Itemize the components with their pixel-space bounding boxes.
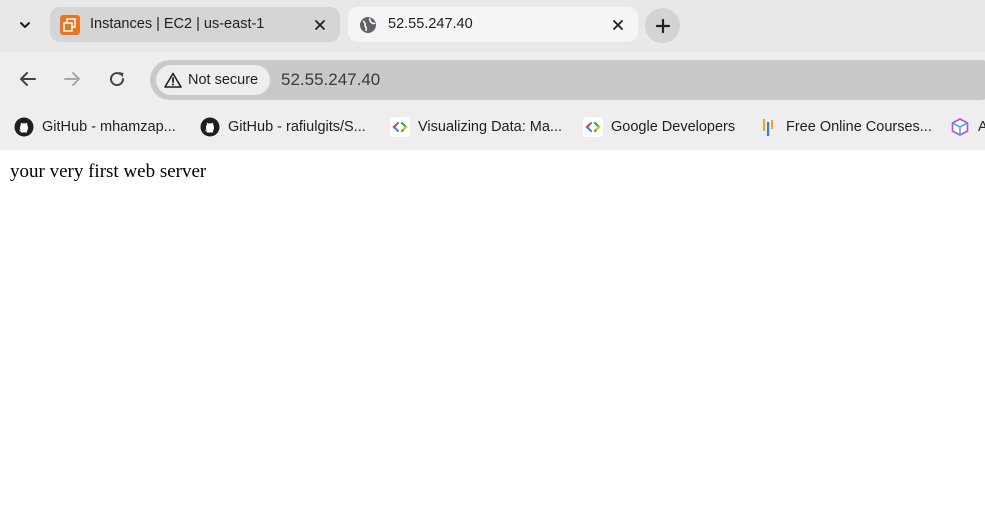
bookmark-label: Visualizing Data: Ma... bbox=[418, 119, 562, 135]
bookmark-label: Google Developers bbox=[611, 119, 736, 135]
bookmark-visualizing-data[interactable]: Visualizing Data: Ma... bbox=[390, 115, 562, 139]
tab-search-button[interactable] bbox=[9, 9, 41, 41]
arrow-right-icon bbox=[64, 72, 80, 86]
bookmark-label: GitHub - mhamzap... bbox=[42, 119, 176, 135]
bookmark-truncated[interactable]: A bbox=[950, 115, 985, 139]
bookmark-google-developers[interactable]: Google Developers bbox=[583, 115, 735, 139]
page-body-text: your very first web server bbox=[10, 161, 207, 182]
bookmark-label: Free Online Courses... bbox=[786, 119, 932, 135]
bookmark-label: GitHub - rafiulgits/S... bbox=[228, 119, 366, 135]
tab-title: 52.55.247.40 bbox=[388, 16, 473, 32]
chevron-down-icon bbox=[20, 22, 30, 28]
courses-icon bbox=[758, 117, 778, 137]
github-icon bbox=[200, 117, 220, 137]
new-tab-button[interactable] bbox=[645, 8, 680, 43]
browser-toolbar: Not secure 52.55.247.40 bbox=[0, 52, 985, 105]
tab-close-button[interactable] bbox=[608, 15, 628, 35]
tab-close-button[interactable] bbox=[310, 15, 330, 35]
tab-ec2-instances[interactable]: Instances | EC2 | us-east-1 bbox=[50, 7, 340, 42]
bookmarks-bar: GitHub - mhamzap... GitHub - rafiulgits/… bbox=[0, 105, 985, 150]
close-icon bbox=[315, 20, 325, 30]
github-icon bbox=[14, 117, 34, 137]
tab-active-server[interactable]: 52.55.247.40 bbox=[348, 7, 638, 42]
reload-button[interactable] bbox=[101, 63, 133, 95]
tab-strip: Instances | EC2 | us-east-1 52.55.247.40 bbox=[0, 0, 985, 52]
bookmark-github-rafiulgits[interactable]: GitHub - rafiulgits/S... bbox=[200, 115, 366, 139]
page-content: your very first web server bbox=[0, 150, 985, 524]
google-developers-icon bbox=[390, 117, 410, 137]
security-chip-label: Not secure bbox=[188, 72, 259, 88]
bookmark-free-online-courses[interactable]: Free Online Courses... bbox=[758, 115, 932, 139]
google-developers-icon bbox=[583, 117, 603, 137]
warning-icon bbox=[164, 72, 182, 88]
back-button[interactable] bbox=[12, 63, 44, 95]
address-bar[interactable]: Not secure 52.55.247.40 bbox=[150, 60, 985, 100]
bookmark-label: A bbox=[978, 119, 985, 135]
plus-icon bbox=[655, 18, 670, 33]
security-chip[interactable]: Not secure bbox=[156, 65, 270, 95]
arrow-left-icon bbox=[20, 72, 36, 86]
url-text[interactable]: 52.55.247.40 bbox=[281, 70, 380, 90]
tab-title: Instances | EC2 | us-east-1 bbox=[90, 16, 265, 32]
forward-button[interactable] bbox=[56, 63, 88, 95]
cube-icon bbox=[950, 117, 970, 137]
globe-icon bbox=[358, 15, 378, 35]
bookmark-github-mhamzap[interactable]: GitHub - mhamzap... bbox=[14, 115, 176, 139]
close-icon bbox=[613, 20, 623, 30]
aws-ec2-icon bbox=[60, 15, 80, 35]
reload-icon bbox=[110, 72, 125, 87]
